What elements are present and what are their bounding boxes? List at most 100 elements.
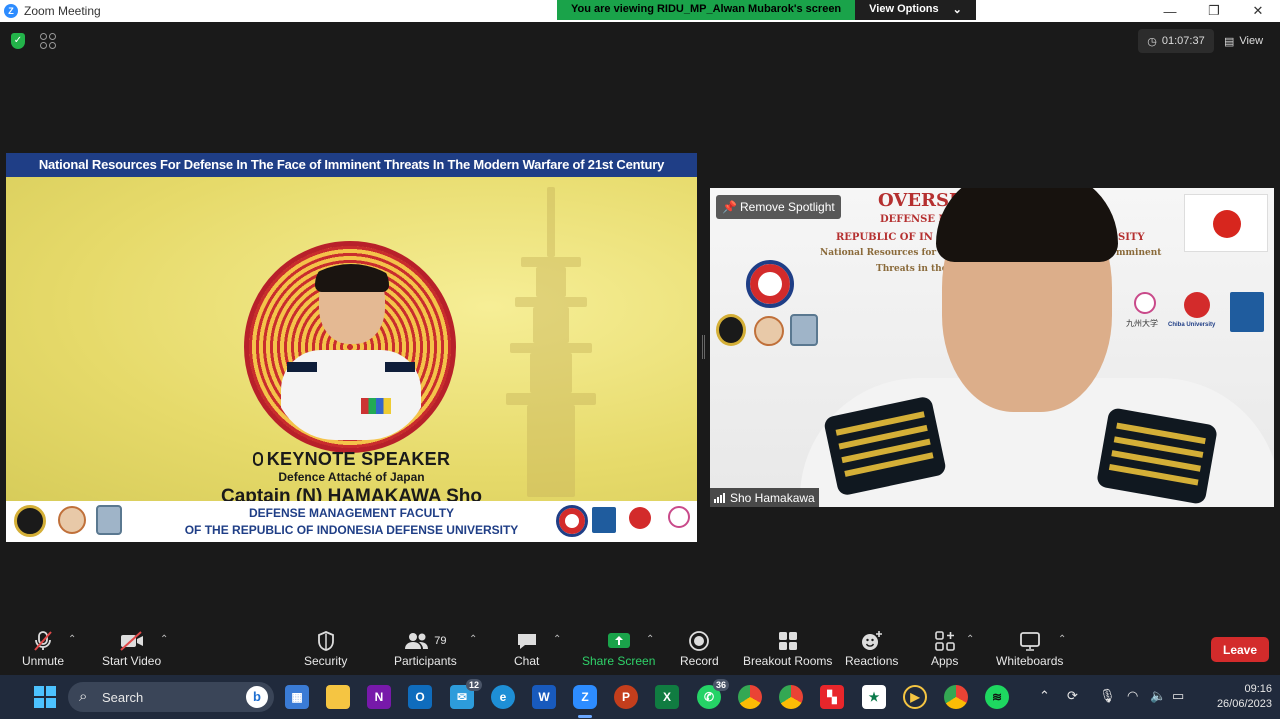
chevron-up-icon[interactable]: ⌃ — [1039, 688, 1050, 704]
apps-icon — [934, 628, 956, 654]
outlook-icon[interactable]: O — [408, 685, 432, 709]
share-options-caret[interactable]: ⌃ — [646, 634, 654, 645]
meeting-toolbar: Unmute ⌃ Start Video ⌃ Security 79 Parti… — [0, 622, 1280, 675]
participant-count: 79 — [434, 635, 447, 647]
search-label: Search — [102, 689, 144, 705]
bg-crest-logo-icon — [790, 314, 818, 346]
share-screen-icon — [607, 628, 631, 654]
taskbar-clock[interactable]: 09:16 26/06/2023 — [1192, 682, 1272, 712]
bg-dpb-logo-icon — [1230, 292, 1264, 332]
window-title: Zoom Meeting — [24, 4, 101, 18]
mendeley-icon[interactable]: ▚ — [820, 685, 844, 709]
windows-start-icon[interactable] — [34, 686, 56, 708]
apps-caret[interactable]: ⌃ — [966, 634, 974, 645]
chat-button[interactable]: Chat — [514, 628, 539, 668]
viewing-banner: You are viewing RIDU_MP_Alwan Mubarok's … — [557, 0, 976, 20]
app-star-icon[interactable]: ★ — [862, 685, 886, 709]
battery-icon[interactable]: ▭ — [1172, 688, 1184, 704]
unmute-button[interactable]: Unmute — [22, 628, 64, 668]
start-video-label: Start Video — [102, 654, 162, 668]
restore-button[interactable]: ❐ — [1192, 0, 1236, 22]
taskbar-search-box[interactable]: ⌕ Search b — [68, 682, 274, 712]
close-button[interactable]: ✕ — [1236, 0, 1280, 22]
view-label: View — [1239, 35, 1264, 47]
edge-icon[interactable]: e — [491, 685, 515, 709]
spotify-icon[interactable]: ≋ — [985, 685, 1009, 709]
powerpoint-icon[interactable]: P — [614, 685, 638, 709]
shield-icon[interactable]: ✓ — [11, 33, 25, 49]
whiteboards-label: Whiteboards — [996, 654, 1064, 668]
leave-button[interactable]: Leave — [1211, 637, 1269, 662]
word-icon[interactable]: W — [532, 685, 556, 709]
meeting-info-icon[interactable] — [40, 33, 56, 49]
participants-caret[interactable]: ⌃ — [469, 634, 477, 645]
bg-line-2: REPUBLIC OF IN — [836, 232, 933, 243]
view-icon: ▤ — [1224, 35, 1235, 48]
share-screen-button[interactable]: Share Screen — [582, 628, 655, 668]
sync-icon[interactable]: ⟳ — [1067, 688, 1078, 704]
share-screen-label: Share Screen — [582, 654, 656, 668]
media-player-icon[interactable]: ▶ — [903, 685, 927, 709]
shield-outline-icon — [316, 628, 336, 654]
remove-spotlight-button[interactable]: 📌 Remove Spotlight — [716, 195, 841, 219]
record-icon — [688, 628, 710, 654]
chevron-down-icon: ⌄ — [952, 4, 962, 16]
reactions-button[interactable]: Reactions — [845, 628, 898, 668]
mail-badge: 12 — [465, 679, 482, 691]
bg-line-3: National Resources for D — [820, 248, 948, 258]
view-options-label: View Options — [869, 3, 939, 15]
bg-idu-logo-icon — [746, 260, 794, 308]
meeting-topbar: ✓ ◷ 01:07:37 ▤ View — [0, 22, 1280, 60]
volume-icon[interactable]: 🔈 — [1150, 688, 1166, 704]
record-label: Record — [680, 654, 719, 668]
view-button[interactable]: ▤ View — [1224, 29, 1263, 53]
chrome-profile-icon[interactable] — [738, 685, 762, 709]
view-options-button[interactable]: View Options ⌄ — [855, 0, 976, 20]
keynote-label: KEYNOTE SPEAKER — [266, 449, 451, 469]
zoom-taskbar-icon[interactable]: Z — [573, 685, 597, 709]
clock-icon: ◷ — [1147, 35, 1157, 48]
participant-name: Sho Hamakawa — [730, 490, 815, 505]
slide-body: KEYNOTE SPEAKER Defence Attaché of Japan… — [6, 177, 697, 507]
chrome-icon[interactable] — [779, 685, 803, 709]
bing-icon[interactable]: b — [246, 686, 268, 708]
chrome-alt-icon[interactable] — [944, 685, 968, 709]
apps-label: Apps — [931, 654, 959, 668]
microphone-icon — [252, 452, 263, 466]
mail-icon[interactable]: ✉ 12 — [450, 679, 482, 709]
whiteboard-icon — [1018, 628, 1042, 654]
participants-button[interactable]: 79 Participants — [394, 628, 457, 668]
whatsapp-badge: 36 — [712, 679, 729, 691]
excel-icon[interactable]: X — [655, 685, 679, 709]
window-titlebar: Z Zoom Meeting You are viewing RIDU_MP_A… — [0, 0, 1280, 22]
audio-options-caret[interactable]: ⌃ — [68, 634, 76, 645]
shared-screen: National Resources For Defense In The Fa… — [6, 153, 697, 542]
security-button[interactable]: Security — [304, 628, 347, 668]
speaker-role: Defence Attaché of Japan — [278, 470, 425, 484]
microsoft-store-icon[interactable]: ▦ — [285, 685, 309, 709]
microphone-tray-icon[interactable]: 🎙 — [1099, 688, 1116, 704]
security-label: Security — [304, 654, 348, 668]
whatsapp-icon[interactable]: ✆ 36 — [697, 679, 729, 709]
bg-faculty-logo-icon — [754, 316, 784, 346]
record-button[interactable]: Record — [680, 628, 719, 668]
breakout-rooms-label: Breakout Rooms — [743, 654, 833, 668]
bg-line-2b: SITY — [1118, 232, 1145, 243]
clock-date: 26/06/2023 — [1216, 698, 1272, 710]
breakout-rooms-button[interactable]: Breakout Rooms — [743, 628, 832, 668]
reactions-label: Reactions — [845, 654, 899, 668]
file-explorer-icon[interactable] — [326, 685, 350, 709]
whiteboards-caret[interactable]: ⌃ — [1058, 634, 1066, 645]
search-icon: ⌕ — [79, 688, 88, 705]
minimize-button[interactable]: — — [1148, 0, 1192, 22]
split-divider-handle[interactable] — [702, 335, 705, 359]
start-video-button[interactable]: Start Video — [102, 628, 161, 668]
chiba-university-logo-icon — [629, 507, 651, 529]
breakout-rooms-icon — [777, 628, 799, 654]
whiteboards-button[interactable]: Whiteboards — [996, 628, 1063, 668]
chat-caret[interactable]: ⌃ — [553, 634, 561, 645]
apps-button[interactable]: Apps — [931, 628, 958, 668]
video-options-caret[interactable]: ⌃ — [160, 634, 168, 645]
onenote-icon[interactable]: N — [367, 685, 391, 709]
wifi-icon[interactable]: ◠ — [1127, 688, 1138, 704]
